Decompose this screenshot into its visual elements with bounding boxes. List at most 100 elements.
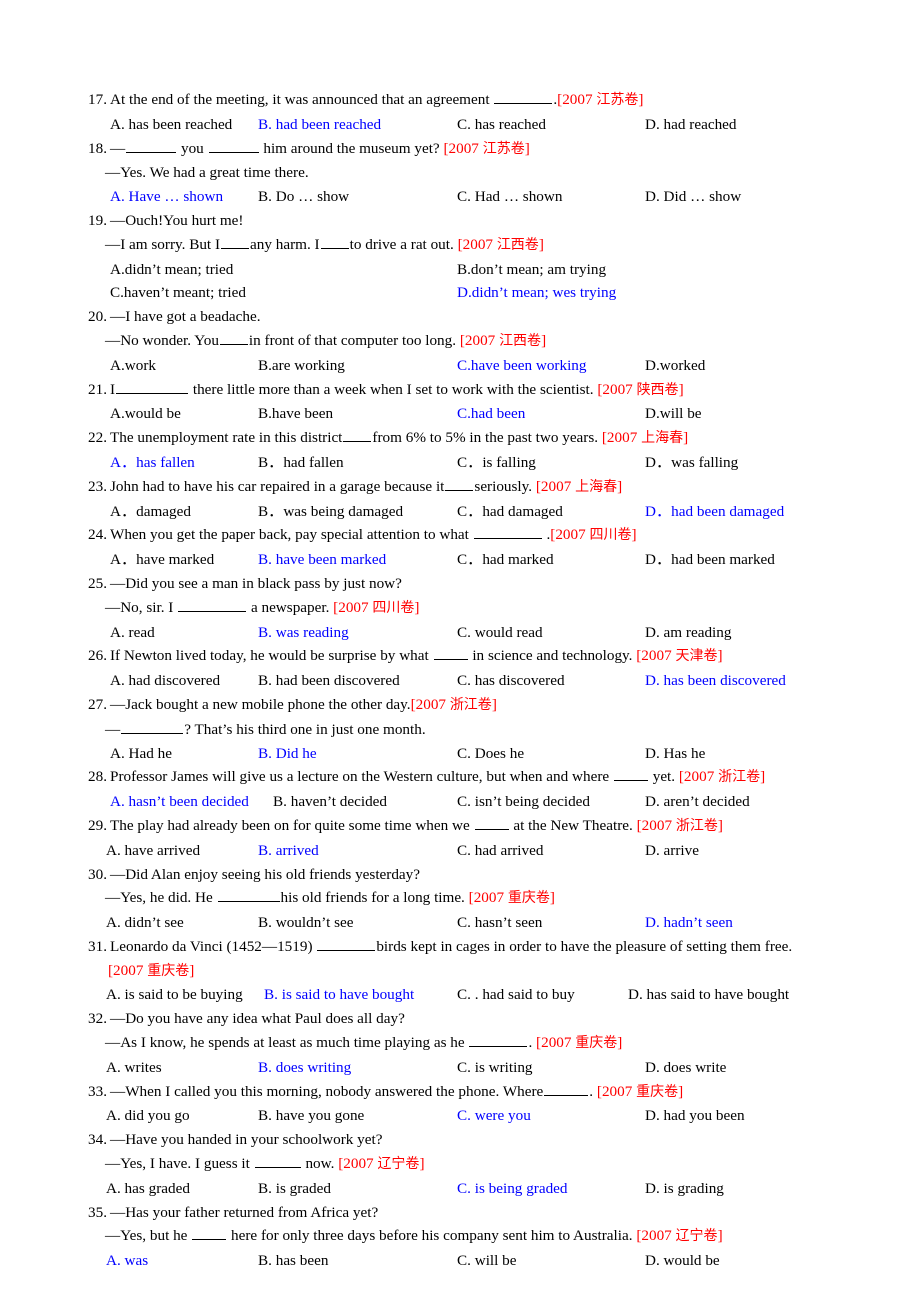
option[interactable]: D. had you been [645,1104,745,1128]
source-tag: [2007 四川卷] [333,598,420,616]
option[interactable]: B.have been [258,402,333,426]
option[interactable]: B. have you gone [258,1104,364,1128]
option[interactable]: D.worked [645,354,705,378]
option[interactable]: D. Did … show [645,185,741,209]
option-selected[interactable]: D．had been damaged [645,500,784,524]
option[interactable]: C．is falling [457,451,536,475]
option[interactable]: C. had arrived [457,839,543,863]
source-tag: [2007 辽宁卷] [338,1155,425,1173]
option[interactable]: D. aren’t decided [645,790,750,814]
option-selected[interactable]: A. hasn’t been decided [110,790,249,814]
option[interactable]: A. had discovered [110,669,220,693]
question-block: 29. The play had already been on for quit… [88,814,848,863]
option-selected[interactable]: B. was reading [258,621,349,645]
option[interactable]: B. Do … show [258,185,349,209]
option[interactable]: B. wouldn’t see [258,911,353,935]
option[interactable]: A. didn’t see [106,911,184,935]
option[interactable]: B.are working [258,354,345,378]
option[interactable]: C. isn’t being decided [457,790,590,814]
option[interactable]: A. did you go [106,1104,190,1128]
option[interactable]: D. does write [645,1056,726,1080]
option[interactable]: C. is writing [457,1056,533,1080]
option[interactable]: C．had damaged [457,500,563,524]
option[interactable]: A. is said to be buying [106,983,243,1007]
question-block: 18. — you him around the museum yet? [200… [88,137,848,209]
option-row: A.would be B.have been C.had been D.will be [88,402,848,426]
option-selected[interactable]: B. is said to have bought [264,983,414,1007]
answer-blank [433,647,468,661]
option[interactable]: B. had been discovered [258,669,400,693]
question-block: 24. When you get the paper back, pay spec… [88,523,848,572]
question-stem: 29. The play had already been on for quit… [88,814,848,839]
question-number: 32. [88,1010,107,1028]
option[interactable]: A.didn’t mean; tried [110,258,233,282]
option[interactable]: B．was being damaged [258,500,403,524]
answer-blank [208,139,259,153]
option[interactable]: C. will be [457,1249,516,1273]
option[interactable]: A．damaged [110,500,191,524]
option[interactable]: C. Had … shown [457,185,562,209]
option[interactable]: C. Does he [457,742,524,766]
question-stem: 21. I there little more than a week when … [88,378,848,403]
option-selected[interactable]: C.had been [457,402,525,426]
option[interactable]: D. had reached [645,113,737,137]
option[interactable]: A. read [110,621,155,645]
question-number: 35. [88,1203,107,1221]
option-selected[interactable]: B. Did he [258,742,317,766]
option[interactable]: D. would be [645,1249,720,1273]
option[interactable]: A. Had he [110,742,172,766]
option[interactable]: A.would be [110,402,181,426]
question-number: 25. [88,574,107,592]
option[interactable]: B. haven’t decided [273,790,387,814]
option[interactable]: C. would read [457,621,543,645]
option-selected[interactable]: C. is being graded [457,1177,568,1201]
option-selected[interactable]: C.have been working [457,354,586,378]
option[interactable]: B. has been [258,1249,328,1273]
option-row: A．have marked B. have been marked C．had ma… [88,548,848,572]
cjk-text: 重庆卷 [507,890,550,907]
answer-blank [217,889,280,903]
option[interactable]: D. Has he [645,742,705,766]
option[interactable]: D. am reading [645,621,731,645]
answer-blank [544,1082,589,1096]
option-selected[interactable]: B. have been marked [258,548,386,572]
option[interactable]: D. is grading [645,1177,724,1201]
option[interactable]: B. is graded [258,1177,331,1201]
option[interactable]: C. has discovered [457,669,565,693]
option[interactable]: C. has reached [457,113,546,137]
option[interactable]: D．had been marked [645,548,775,572]
option[interactable]: A. writes [106,1056,162,1080]
option-row: A. had discovered B. had been discovered C… [88,669,848,693]
option[interactable]: A．have marked [110,548,214,572]
option-selected[interactable]: D. hadn’t seen [645,911,733,935]
option-selected[interactable]: B. had been reached [258,113,381,137]
option-selected[interactable]: D.didn’t mean; wes trying [457,281,616,305]
option-selected[interactable]: C. were you [457,1104,531,1128]
option-selected[interactable]: D. has been discovered [645,669,786,693]
option[interactable]: A. have arrived [106,839,200,863]
option-selected[interactable]: B. does writing [258,1056,351,1080]
question-number: 29. [88,816,107,834]
option[interactable]: A. has been reached [110,113,232,137]
option[interactable]: D.will be [645,402,702,426]
answer-blank [317,937,376,951]
option[interactable]: C. hasn’t seen [457,911,542,935]
option[interactable]: A.work [110,354,156,378]
option[interactable]: D. arrive [645,839,699,863]
question-stem: 26. If Newton lived today, he would be su… [88,644,848,669]
option-selected[interactable]: A. was [106,1249,148,1273]
option[interactable]: A. has graded [106,1177,190,1201]
option[interactable]: B.don’t mean; am trying [457,258,606,282]
option-selected[interactable]: B. arrived [258,839,319,863]
option-selected[interactable]: A. Have … shown [110,185,223,209]
option[interactable]: C.haven’t meant; tried [110,281,246,305]
option-selected[interactable]: A．has fallen [110,451,195,475]
option[interactable]: B．had fallen [258,451,344,475]
option[interactable]: C．had marked [457,548,554,572]
source-tag: [2007 重庆卷] [108,961,195,979]
option[interactable]: D. has said to have bought [628,983,789,1007]
question-stem-continued: —No, sir. I a newspaper. [2007 四川卷] [105,598,420,616]
question-number: 24. [88,526,107,544]
option[interactable]: D．was falling [645,451,738,475]
option[interactable]: C. . had said to buy [457,983,575,1007]
